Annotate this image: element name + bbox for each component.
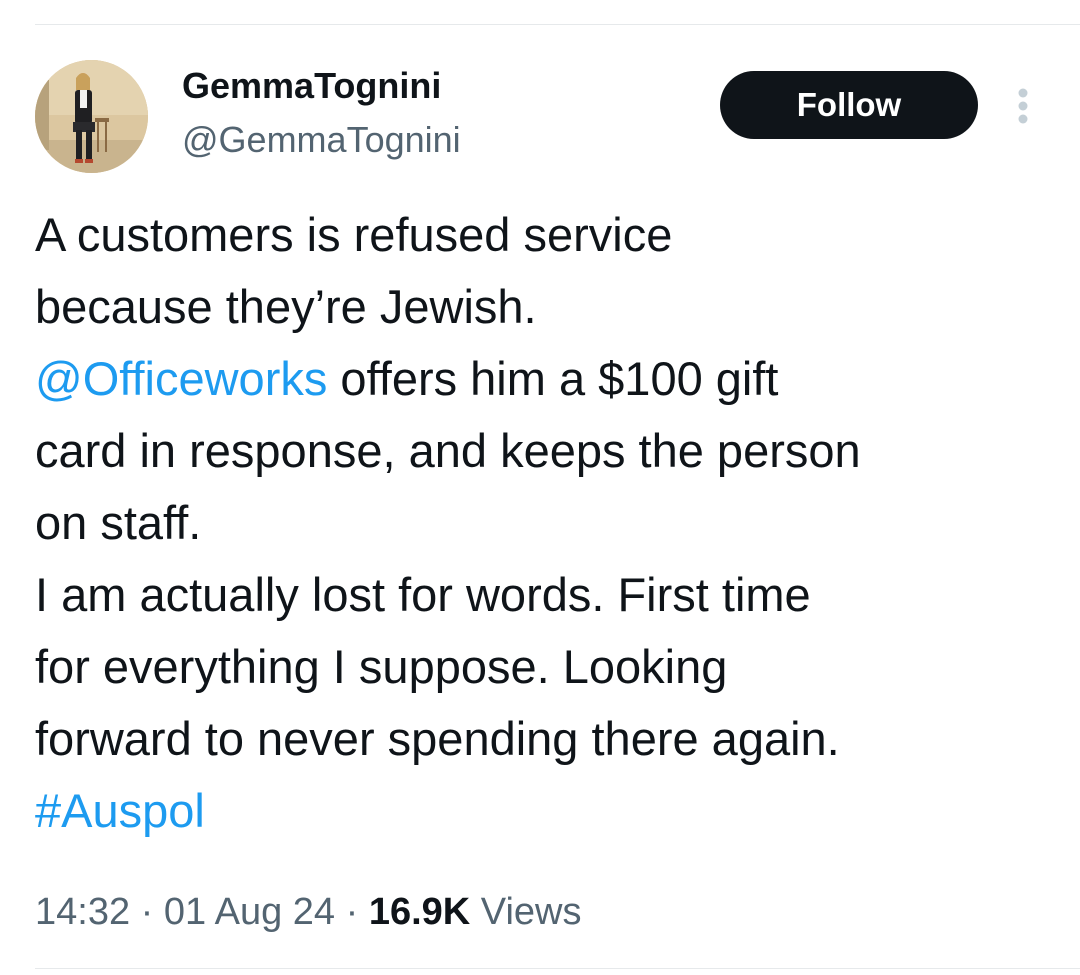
author-handle[interactable]: @GemmaTognini bbox=[182, 118, 461, 162]
views-count: 16.9K bbox=[368, 891, 471, 933]
follow-button[interactable]: Follow bbox=[720, 71, 978, 139]
more-vertical-icon bbox=[1018, 88, 1028, 124]
tweet-meta: 14:32 · 01 Aug 24 · 16.9K Views bbox=[35, 884, 581, 940]
meta-separator: · bbox=[335, 891, 369, 933]
avatar-photo bbox=[35, 60, 148, 173]
tweet-line-text: offers him a $100 gift bbox=[327, 352, 779, 405]
bottom-divider bbox=[35, 968, 1080, 969]
tweet-line: card in response, and keeps the person bbox=[35, 424, 861, 477]
tweet-line: I am actually lost for words. First time bbox=[35, 568, 811, 621]
more-options-button[interactable] bbox=[1006, 84, 1040, 128]
tweet-time[interactable]: 14:32 bbox=[35, 891, 130, 933]
meta-separator: · bbox=[130, 891, 164, 933]
avatar[interactable] bbox=[35, 60, 148, 173]
tweet-line: @Officeworks offers him a $100 gift bbox=[35, 343, 1065, 415]
hashtag-link[interactable]: #Auspol bbox=[35, 784, 205, 837]
tweet-text: A customers is refused service because t… bbox=[35, 199, 1065, 847]
tweet-line: forward to never spending there again. bbox=[35, 712, 840, 765]
views-label: Views bbox=[470, 891, 582, 933]
top-divider bbox=[35, 24, 1080, 25]
tweet-line: A customers is refused service bbox=[35, 208, 673, 261]
author-display-name[interactable]: GemmaTognini bbox=[182, 64, 441, 108]
tweet-line: on staff. bbox=[35, 496, 202, 549]
mention-link[interactable]: @Officeworks bbox=[35, 352, 327, 405]
tweet-line: #Auspol bbox=[35, 775, 1065, 847]
tweet-line: for everything I suppose. Looking bbox=[35, 640, 728, 693]
tweet-date[interactable]: 01 Aug 24 bbox=[164, 891, 335, 933]
tweet-line: because they’re Jewish. bbox=[35, 280, 537, 333]
